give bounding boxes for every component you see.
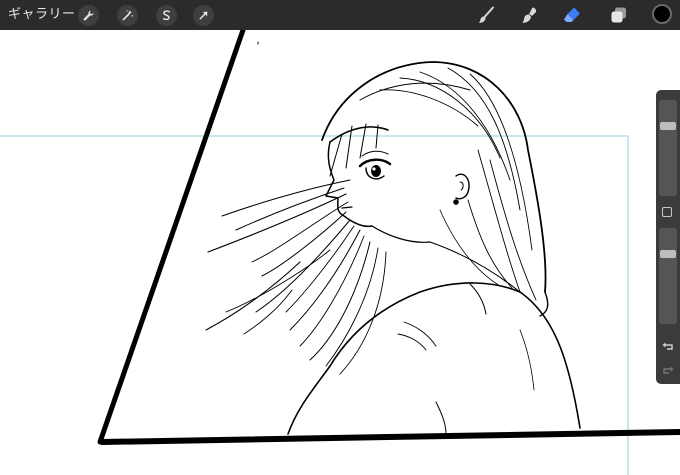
layers-button[interactable]	[608, 4, 630, 26]
actions-button[interactable]	[78, 5, 99, 26]
eraser-icon	[564, 7, 580, 22]
opacity-thumb[interactable]	[660, 250, 676, 258]
brush-icon	[478, 6, 494, 23]
color-picker-button[interactable]	[652, 4, 672, 24]
gallery-button[interactable]: ギャラリー	[8, 6, 76, 24]
transform-button[interactable]	[193, 5, 214, 26]
selection-icon	[162, 10, 171, 21]
brush-sidebar	[656, 90, 680, 384]
brush-tool[interactable]	[475, 4, 497, 26]
undo-button[interactable]	[661, 338, 675, 352]
redo-icon	[663, 366, 674, 374]
transform-arrow-icon	[199, 11, 208, 20]
panel-borders	[97, 30, 680, 445]
magic-wand-icon	[122, 10, 134, 21]
adjustments-button[interactable]	[117, 5, 138, 26]
opacity-slider[interactable]	[659, 228, 677, 324]
smudge-tool[interactable]	[519, 4, 541, 26]
brush-size-thumb[interactable]	[660, 122, 676, 130]
character-lineart	[205, 61, 581, 435]
modify-square-icon[interactable]	[662, 207, 672, 217]
eraser-tool[interactable]	[561, 4, 583, 26]
layers-icon	[611, 7, 626, 23]
brush-size-slider[interactable]	[659, 100, 677, 196]
wrench-icon	[83, 10, 94, 21]
drawing-canvas[interactable]	[0, 30, 680, 475]
reference-guides	[0, 135, 629, 475]
undo-icon	[662, 342, 673, 350]
smudge-icon	[522, 7, 537, 23]
selection-button[interactable]	[156, 5, 177, 26]
redo-button[interactable]	[661, 362, 675, 376]
top-toolbar: ギャラリー	[0, 0, 680, 30]
